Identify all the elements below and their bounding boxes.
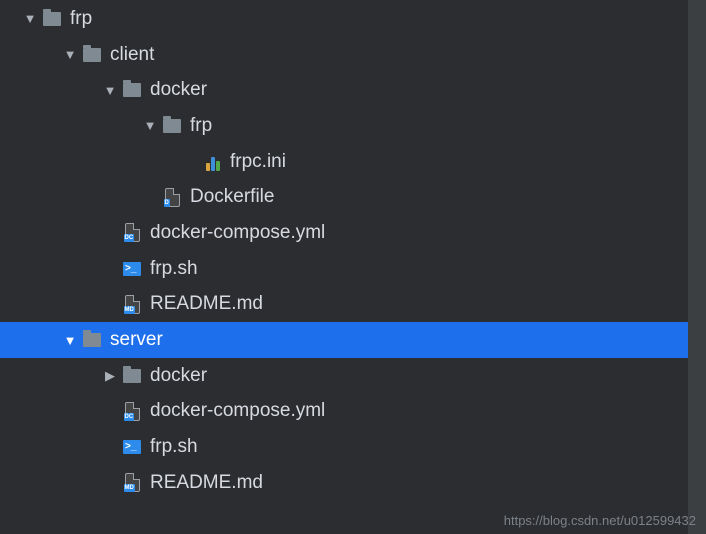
chevron-right-icon[interactable]: ▶ bbox=[100, 369, 120, 382]
folder-icon bbox=[80, 48, 104, 62]
tree-item-label: client bbox=[110, 44, 154, 66]
tree-item-label: README.md bbox=[150, 293, 263, 315]
tree-row[interactable]: >_ frp.sh bbox=[0, 251, 688, 287]
tree-item-label: frp.sh bbox=[150, 436, 198, 458]
md-file-icon: MD bbox=[120, 295, 144, 314]
tree-row[interactable]: ▼ client bbox=[0, 37, 688, 73]
tree-row[interactable]: DC docker-compose.yml bbox=[0, 394, 688, 430]
watermark: https://blog.csdn.net/u012599432 bbox=[504, 513, 696, 528]
folder-icon bbox=[120, 83, 144, 97]
md-file-icon: MD bbox=[120, 473, 144, 492]
tree-item-label: frpc.ini bbox=[230, 151, 286, 173]
tree-item-label: docker bbox=[150, 79, 207, 101]
ini-icon bbox=[200, 153, 224, 171]
tree-item-label: docker bbox=[150, 365, 207, 387]
tree-item-label: README.md bbox=[150, 472, 263, 494]
tree-row[interactable]: ▼ server bbox=[0, 322, 688, 358]
folder-icon bbox=[80, 333, 104, 347]
dc-file-icon: DC bbox=[120, 223, 144, 242]
tree-item-label: frp bbox=[70, 8, 92, 30]
chevron-down-icon[interactable]: ▼ bbox=[60, 48, 80, 61]
folder-icon bbox=[40, 12, 64, 26]
tree-row[interactable]: ▼ docker bbox=[0, 72, 688, 108]
folder-icon bbox=[120, 369, 144, 383]
tree-item-label: Dockerfile bbox=[190, 186, 274, 208]
tree-row[interactable]: MD README.md bbox=[0, 287, 688, 323]
tree-item-label: frp bbox=[190, 115, 212, 137]
tree-row[interactable]: >_ frp.sh bbox=[0, 429, 688, 465]
tree-item-label: docker-compose.yml bbox=[150, 222, 325, 244]
dc-file-icon: DC bbox=[120, 402, 144, 421]
shell-icon: >_ bbox=[120, 440, 144, 454]
folder-icon bbox=[160, 119, 184, 133]
chevron-down-icon[interactable]: ▼ bbox=[20, 12, 40, 25]
tree-item-label: docker-compose.yml bbox=[150, 400, 325, 422]
shell-icon: >_ bbox=[120, 262, 144, 276]
tree-row[interactable]: MD README.md bbox=[0, 465, 688, 501]
tree-row[interactable]: ▶ docker bbox=[0, 358, 688, 394]
tree-row[interactable]: DC docker-compose.yml bbox=[0, 215, 688, 251]
file-tree: ▼ frp ▼ client ▼ docker ▼ frp frpc.ini D Dockerfil… bbox=[0, 0, 706, 534]
tree-item-label: server bbox=[110, 329, 163, 351]
chevron-down-icon[interactable]: ▼ bbox=[100, 84, 120, 97]
tree-item-label: frp.sh bbox=[150, 258, 198, 280]
d-file-icon: D bbox=[160, 188, 184, 207]
tree-row[interactable]: ▼ frp bbox=[0, 108, 688, 144]
tree-row[interactable]: D Dockerfile bbox=[0, 179, 688, 215]
tree-row[interactable]: ▼ frp bbox=[0, 1, 688, 37]
chevron-down-icon[interactable]: ▼ bbox=[60, 334, 80, 347]
tree-row[interactable]: frpc.ini bbox=[0, 144, 688, 180]
chevron-down-icon[interactable]: ▼ bbox=[140, 119, 160, 132]
